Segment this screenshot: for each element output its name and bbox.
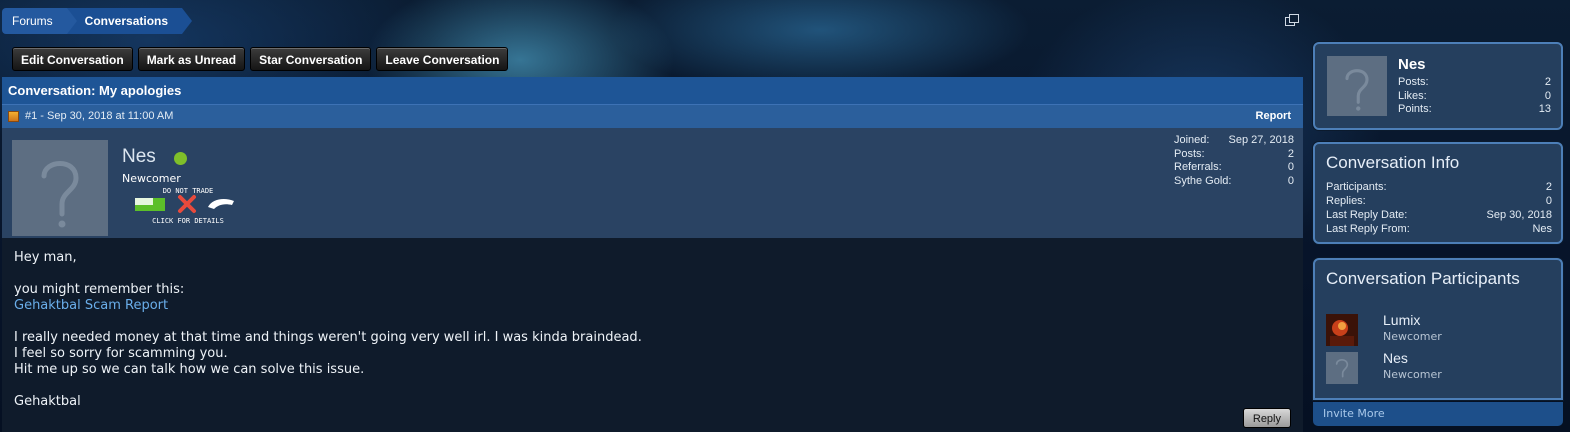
message-meta-bar: #1 - Sep 30, 2018 at 11:00 AM Report — [2, 105, 1303, 128]
scam-report-link[interactable]: Gehaktbal Scam Report — [14, 298, 168, 313]
message-body: Hey man, you might remember this: Gehakt… — [2, 238, 1303, 428]
breadcrumb: Forums Conversations — [2, 8, 193, 34]
reply-button[interactable]: Reply — [1242, 408, 1291, 428]
star-conversation-button[interactable]: Star Conversation — [250, 47, 372, 71]
participant-item[interactable]: Lumix Newcomer — [1326, 312, 1556, 346]
conversation-info-heading: Conversation Info — [1326, 153, 1460, 172]
message-signature: Gehaktbal — [14, 394, 81, 409]
badge-bottom-text: CLICK FOR DETAILS — [152, 217, 224, 225]
participant-name[interactable]: Lumix — [1383, 312, 1420, 328]
conversation-participants-card: Conversation Participants Lumix Newcomer… — [1313, 258, 1563, 400]
sidebar-user-name[interactable]: Nes — [1398, 56, 1426, 73]
message-permalink[interactable]: #1 - Sep 30, 2018 at 11:00 AM — [25, 105, 173, 128]
author-stat-row: Referrals: 0 — [1174, 161, 1294, 173]
dnt-cross-icon — [178, 195, 196, 213]
participants-heading: Conversation Participants — [1326, 269, 1520, 288]
user-stat-row: Likes: 0 — [1398, 89, 1551, 102]
conversation-info-rows: Participants: 2 Replies: 0 Last Reply Da… — [1326, 180, 1552, 236]
mark-unread-button[interactable]: Mark as Unread — [137, 47, 246, 71]
author-stats: Joined: Sep 27, 2018 Posts: 2 Referrals:… — [1174, 134, 1294, 188]
author-name[interactable]: Nes — [122, 146, 156, 168]
sidebar-user-card: Nes Posts: 2 Likes: 0 Points: 13 — [1313, 42, 1563, 130]
badge-top-text: DO NOT TRADE — [163, 187, 214, 195]
info-row: Participants: 2 — [1326, 181, 1552, 193]
message-line: Hey man, — [14, 250, 77, 265]
info-row: Replies: 0 — [1326, 195, 1552, 207]
default-avatar-icon[interactable] — [1326, 352, 1358, 384]
dnt-hand-right-icon — [208, 199, 234, 209]
sidebar-user-stats: Posts: 2 Likes: 0 Points: 13 — [1398, 76, 1551, 117]
message-line: I feel so sorry for scamming you. — [14, 346, 228, 361]
conversation-actions: Edit Conversation Mark as Unread Star Co… — [12, 47, 509, 71]
participant-title: Newcomer — [1383, 368, 1442, 381]
conversation-info-card: Conversation Info Participants: 2 Replie… — [1313, 142, 1563, 244]
message-line: I really needed money at that time and t… — [14, 330, 642, 345]
participant-item[interactable]: Nes Newcomer — [1326, 350, 1556, 384]
info-row: Last Reply From: Nes — [1326, 223, 1552, 235]
edit-conversation-button[interactable]: Edit Conversation — [12, 47, 133, 71]
message-line: Hit me up so we can talk how we can solv… — [14, 362, 365, 377]
participant-title: Newcomer — [1383, 330, 1442, 343]
participant-name[interactable]: Nes — [1383, 350, 1408, 366]
avatar[interactable] — [1327, 56, 1387, 116]
conversation-title: Conversation: My apologies — [2, 77, 1303, 105]
user-stat-row: Posts: 2 — [1398, 76, 1551, 88]
message-author: Nes Newcomer DO NOT TRADE CLICK FOR DETA… — [2, 128, 1303, 238]
report-link[interactable]: Report — [1256, 105, 1291, 128]
author-stat-row: Sythe Gold: 0 — [1174, 174, 1294, 187]
message-icon — [8, 111, 19, 122]
online-status-icon — [174, 152, 187, 165]
invite-more-link[interactable]: Invite More — [1313, 402, 1563, 426]
author-stat-row: Joined: Sep 27, 2018 — [1174, 134, 1294, 146]
breadcrumb-forums[interactable]: Forums — [2, 8, 77, 34]
breadcrumb-conversations[interactable]: Conversations — [66, 8, 193, 34]
message-line: you might remember this: — [14, 282, 185, 297]
default-avatar-icon — [41, 161, 79, 228]
lumix-avatar[interactable] — [1326, 314, 1358, 346]
author-title: Newcomer — [122, 172, 181, 185]
user-stat-row: Points: 13 — [1398, 103, 1551, 115]
do-not-trade-badge[interactable]: DO NOT TRADE CLICK FOR DETAILS — [132, 185, 240, 225]
conversation-panel: Conversation: My apologies #1 - Sep 30, … — [2, 77, 1303, 432]
info-row: Last Reply Date: Sep 30, 2018 — [1326, 209, 1552, 221]
expand-icon[interactable] — [1285, 14, 1299, 26]
avatar[interactable] — [12, 140, 108, 236]
author-stat-row: Posts: 2 — [1174, 147, 1294, 160]
leave-conversation-button[interactable]: Leave Conversation — [376, 47, 509, 71]
default-avatar-icon — [1345, 69, 1369, 111]
